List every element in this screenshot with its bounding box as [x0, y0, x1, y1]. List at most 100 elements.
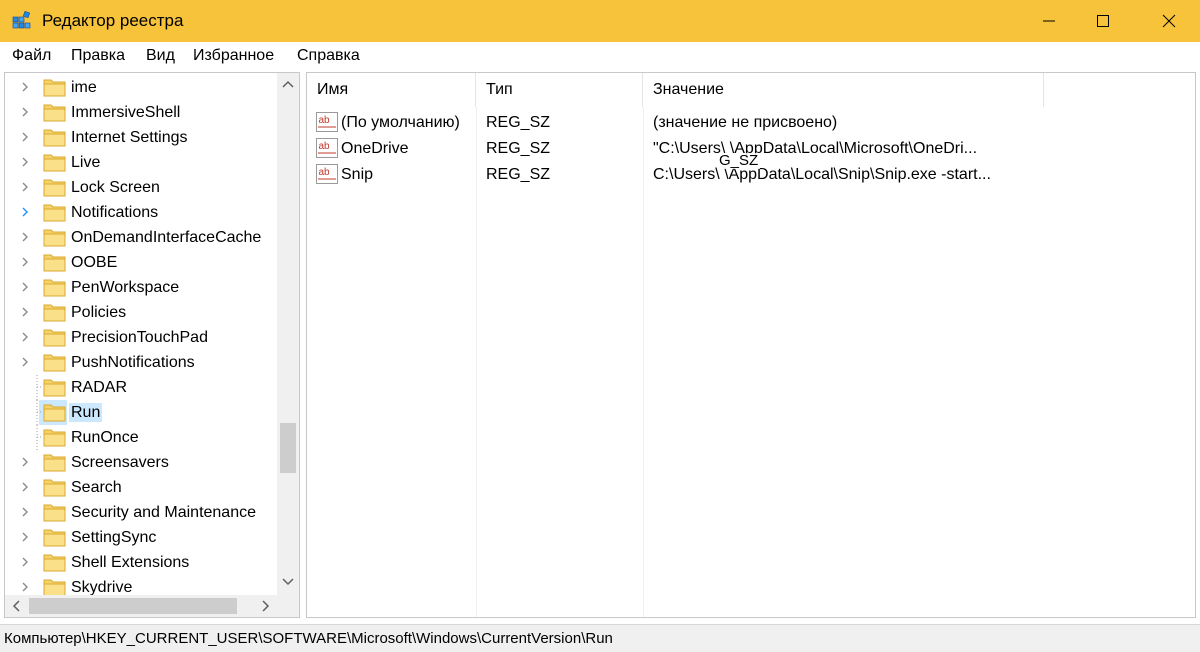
close-button[interactable] — [1138, 0, 1200, 42]
folder-icon — [43, 529, 66, 547]
folder-icon — [43, 429, 66, 447]
tree-item-label: PushNotifications — [71, 354, 195, 371]
tree-connector-icon — [36, 425, 43, 450]
chevron-right-icon[interactable] — [19, 156, 31, 168]
menu-favorites[interactable]: Избранное — [193, 47, 274, 65]
tree-item[interactable]: Shell Extensions — [5, 550, 277, 575]
key-tree-pane[interactable]: ime ImmersiveShell Internet Settings Live Lo… — [4, 72, 300, 618]
chevron-right-icon[interactable] — [19, 106, 31, 118]
minimize-icon — [1043, 20, 1055, 22]
tree-item[interactable]: Search — [5, 475, 277, 500]
close-icon — [1162, 14, 1176, 28]
tree-item-label: ImmersiveShell — [71, 104, 181, 121]
chevron-right-icon[interactable] — [19, 306, 31, 318]
menu-file[interactable]: Файл — [12, 47, 51, 65]
folder-icon — [43, 79, 66, 97]
menu-view[interactable]: Вид — [146, 47, 175, 65]
maximize-button[interactable] — [1072, 0, 1134, 42]
tree-item[interactable]: Internet Settings — [5, 125, 277, 150]
folder-icon — [43, 229, 66, 247]
tree-item-label: OnDemandInterfaceCache — [71, 229, 262, 246]
registry-app-icon — [12, 11, 31, 29]
chevron-right-icon[interactable] — [19, 206, 31, 218]
chevron-right-icon[interactable] — [19, 256, 31, 268]
tree-item-label: SettingSync — [71, 529, 157, 546]
chevron-right-icon[interactable] — [19, 331, 31, 343]
chevron-right-icon[interactable] — [19, 131, 31, 143]
scroll-up-icon[interactable] — [282, 79, 294, 89]
maximize-icon — [1097, 15, 1109, 27]
tree-item[interactable]: ImmersiveShell — [5, 100, 277, 125]
tree-item-label: Shell Extensions — [71, 554, 190, 571]
tree-item[interactable]: OOBE — [5, 250, 277, 275]
status-path: Компьютер\HKEY_CURRENT_USER\SOFTWARE\Mic… — [4, 630, 613, 647]
chevron-right-icon[interactable] — [19, 581, 31, 593]
menu-edit[interactable]: Правка — [71, 47, 125, 65]
tree-item-label: RunOnce — [71, 429, 139, 446]
folder-icon — [43, 379, 66, 397]
tree-item[interactable]: PushNotifications — [5, 350, 277, 375]
tree-horizontal-scroll-thumb[interactable] — [29, 598, 237, 614]
tree-item[interactable]: OnDemandInterfaceCache — [5, 225, 277, 250]
tree-vertical-scroll-thumb[interactable] — [280, 423, 296, 473]
title-bar[interactable]: Редактор реестра — [0, 0, 1200, 42]
svg-text:ab: ab — [319, 115, 331, 126]
tree-item[interactable]: RunOnce — [5, 425, 277, 450]
folder-icon — [43, 154, 66, 172]
values-list-pane[interactable]: Имя Тип Значение ab (По умолчанию) REG_SZ (… — [306, 72, 1196, 618]
tree-item[interactable]: Run — [5, 400, 277, 425]
tree-item-label: Policies — [71, 304, 127, 321]
column-header-type[interactable]: Тип — [476, 73, 643, 107]
folder-icon — [43, 504, 66, 522]
tree-connector-icon — [36, 375, 43, 400]
value-row[interactable]: ab (По умолчанию) REG_SZ (значение не присв… — [307, 109, 1195, 135]
scroll-right-icon[interactable] — [261, 600, 271, 612]
svg-text:ab: ab — [319, 167, 331, 178]
tree-item[interactable]: ime — [5, 75, 277, 100]
folder-icon — [43, 279, 66, 297]
chevron-right-icon[interactable] — [19, 356, 31, 368]
tree-item[interactable]: Policies — [5, 300, 277, 325]
tree-item-label: Lock Screen — [71, 179, 160, 196]
chevron-right-icon[interactable] — [19, 281, 31, 293]
tree-item[interactable]: Security and Maintenance — [5, 500, 277, 525]
folder-icon — [43, 354, 66, 372]
chevron-right-icon[interactable] — [19, 231, 31, 243]
tree-item[interactable]: SettingSync — [5, 525, 277, 550]
folder-icon — [43, 404, 66, 422]
chevron-right-icon[interactable] — [19, 481, 31, 493]
chevron-right-icon[interactable] — [19, 81, 31, 93]
scroll-down-icon[interactable] — [282, 577, 294, 587]
chevron-right-icon[interactable] — [19, 531, 31, 543]
value-name: OneDrive — [341, 140, 409, 157]
tree-item-label: PenWorkspace — [71, 279, 180, 296]
tree-item[interactable]: PenWorkspace — [5, 275, 277, 300]
minimize-button[interactable] — [1018, 0, 1080, 42]
chevron-right-icon[interactable] — [19, 456, 31, 468]
tree-item-label: ime — [71, 79, 97, 96]
tree-item-label: Security and Maintenance — [71, 504, 256, 521]
menu-bar: Файл Правка Вид Избранное Справка — [0, 42, 1200, 70]
value-data: (значение не присвоено) — [653, 114, 838, 131]
menu-help[interactable]: Справка — [297, 47, 360, 65]
column-header-value[interactable]: Значение — [643, 73, 1044, 107]
value-type: REG_SZ — [486, 166, 551, 183]
chevron-right-icon[interactable] — [19, 506, 31, 518]
column-header-name[interactable]: Имя — [307, 73, 476, 107]
scroll-left-icon[interactable] — [11, 600, 21, 612]
tree-item[interactable]: Screensavers — [5, 450, 277, 475]
folder-icon — [43, 304, 66, 322]
chevron-right-icon[interactable] — [19, 556, 31, 568]
tree-item[interactable]: Lock Screen — [5, 175, 277, 200]
value-name: (По умолчанию) — [341, 114, 460, 131]
tree-item[interactable]: PrecisionTouchPad — [5, 325, 277, 350]
tree-horizontal-scrollbar[interactable] — [5, 595, 277, 617]
tree-vertical-scrollbar[interactable] — [277, 73, 299, 595]
tree-item[interactable]: Live — [5, 150, 277, 175]
tree-item[interactable]: RADAR — [5, 375, 277, 400]
reg-sz-icon: ab — [316, 138, 338, 158]
chevron-right-icon[interactable] — [19, 181, 31, 193]
tree-item[interactable]: Notifications — [5, 200, 277, 225]
reg-sz-icon: ab — [316, 164, 338, 184]
tree-item-label: Run — [69, 403, 103, 422]
